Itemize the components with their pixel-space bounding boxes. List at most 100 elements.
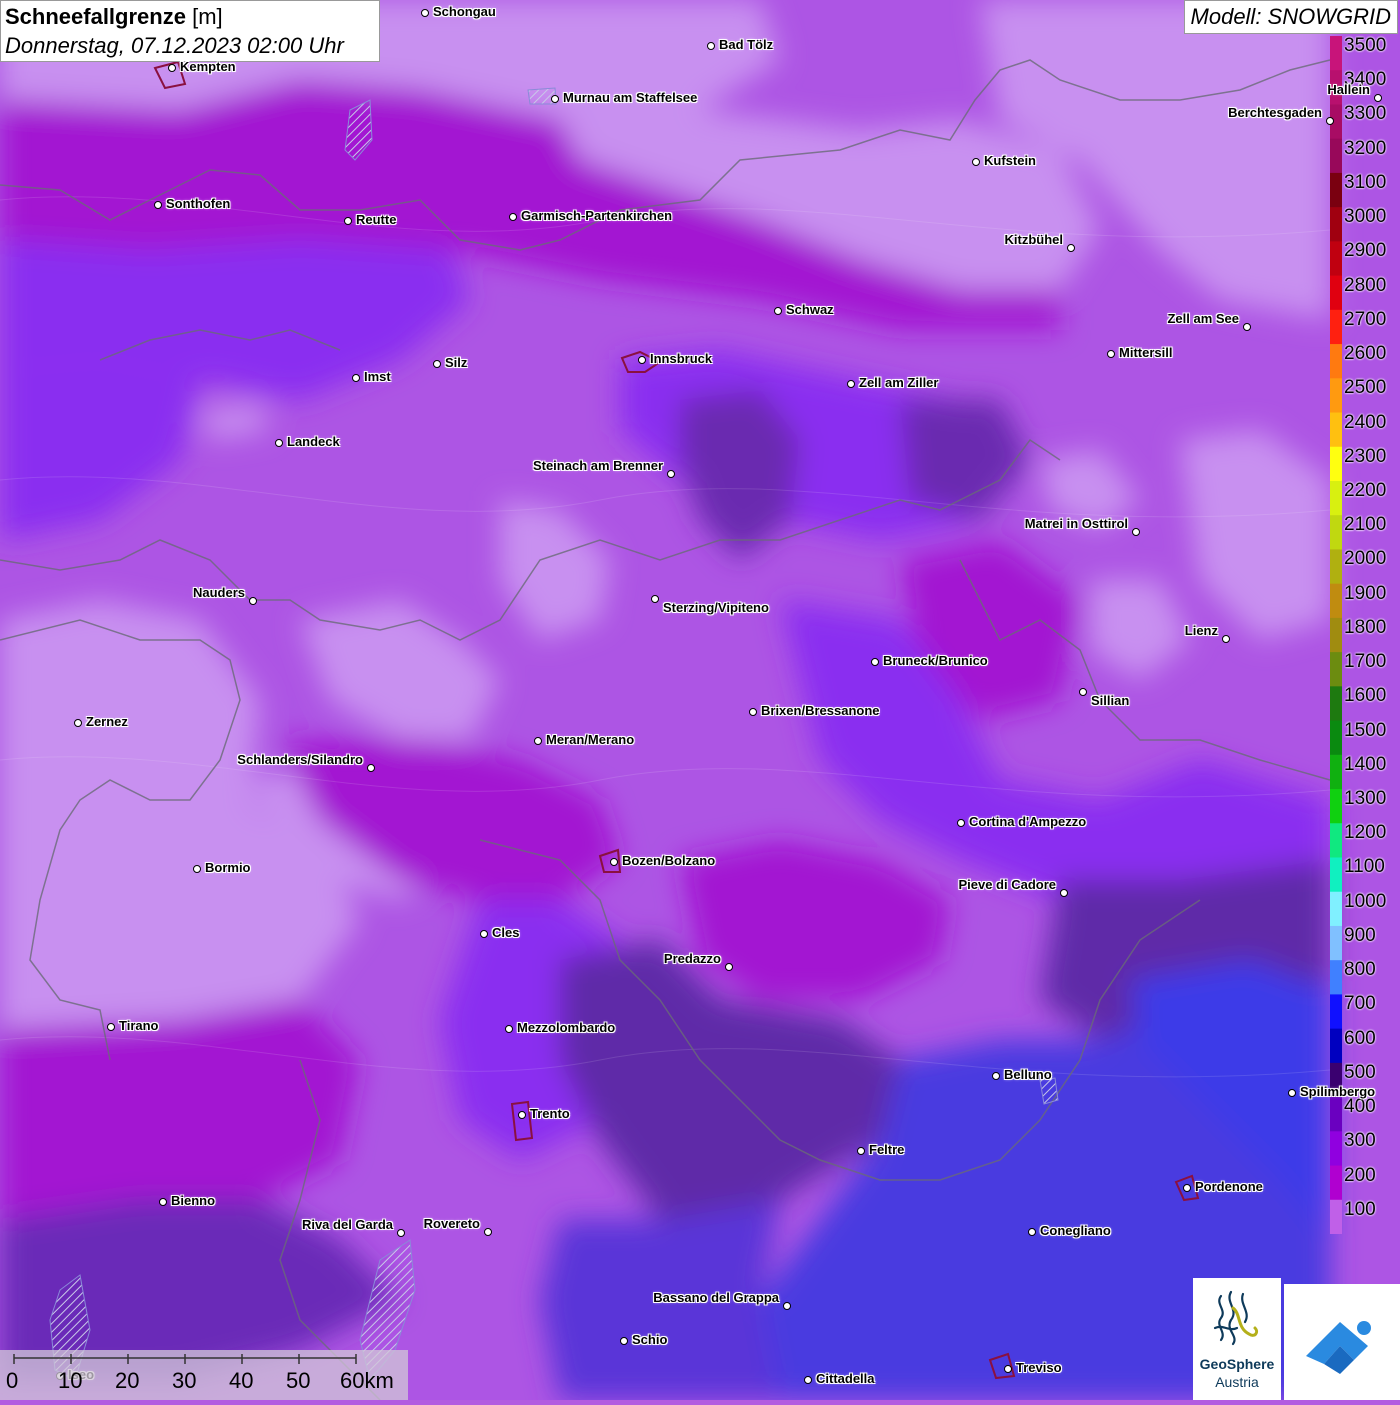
city-marker-bormio[interactable] bbox=[193, 865, 201, 873]
city-label-murnau-am-staffelsee: Murnau am Staffelsee bbox=[563, 90, 698, 105]
city-marker-treviso[interactable] bbox=[1004, 1365, 1012, 1373]
city-marker-kufstein[interactable] bbox=[972, 158, 980, 166]
city-marker-brixen-bressanone[interactable] bbox=[749, 708, 757, 716]
city-marker-tirano[interactable] bbox=[107, 1023, 115, 1031]
city-marker-belluno[interactable] bbox=[992, 1072, 1000, 1080]
city-label-sillian: Sillian bbox=[1091, 693, 1130, 708]
legend-swatch bbox=[1330, 549, 1342, 585]
scale-label-60km: 60km bbox=[340, 1368, 394, 1393]
city-marker-bienno[interactable] bbox=[159, 1198, 167, 1206]
city-label-matrei-in-osttirol: Matrei in Osttirol bbox=[1024, 516, 1128, 531]
legend-label: 1000 bbox=[1344, 890, 1387, 912]
legend-label: 3000 bbox=[1344, 206, 1387, 228]
legend-label: 3200 bbox=[1344, 137, 1387, 159]
legend-swatch bbox=[1330, 789, 1342, 824]
city-marker-cortina-d-ampezzo[interactable] bbox=[957, 819, 965, 827]
legend-swatch bbox=[1330, 446, 1342, 482]
city-marker-sonthofen[interactable] bbox=[154, 201, 162, 209]
city-marker-steinach-am-brenner[interactable] bbox=[667, 470, 675, 478]
geosphere-logo[interactable]: GeoSphere Austria bbox=[1193, 1278, 1281, 1400]
city-marker-nauders[interactable] bbox=[249, 597, 257, 605]
city-label-garmisch-partenkirchen: Garmisch-Partenkirchen bbox=[521, 208, 673, 223]
city-marker-pordenone[interactable] bbox=[1183, 1184, 1191, 1192]
geosphere-logo-icon bbox=[1213, 1290, 1259, 1346]
city-label-cittadella: Cittadella bbox=[816, 1371, 875, 1386]
legend-label: 1800 bbox=[1344, 616, 1387, 638]
legend-swatch bbox=[1330, 344, 1342, 379]
city-label-kitzbuhel: Kitzbühel bbox=[1004, 232, 1064, 247]
city-marker-schongau[interactable] bbox=[421, 9, 429, 17]
city-label-mezzolombardo: Mezzolombardo bbox=[517, 1020, 616, 1035]
city-marker-silz[interactable] bbox=[433, 360, 441, 368]
legend-label: 1500 bbox=[1344, 719, 1387, 741]
city-label-predazzo: Predazzo bbox=[663, 951, 721, 966]
legend-label: 2000 bbox=[1344, 548, 1387, 570]
city-marker-lienz[interactable] bbox=[1222, 635, 1230, 643]
legend-label: 1200 bbox=[1344, 822, 1387, 844]
city-marker-meran-merano[interactable] bbox=[534, 737, 542, 745]
legend-swatch bbox=[1330, 1199, 1342, 1234]
city-marker-bad-tolz[interactable] bbox=[707, 42, 715, 50]
legend-label: 2100 bbox=[1344, 514, 1387, 536]
city-marker-kitzbuhel[interactable] bbox=[1067, 244, 1075, 252]
city-marker-matrei-in-osttirol[interactable] bbox=[1132, 528, 1140, 536]
legend-swatch bbox=[1330, 823, 1342, 858]
city-marker-conegliano[interactable] bbox=[1028, 1228, 1036, 1236]
legend-label: 1100 bbox=[1344, 856, 1385, 878]
city-marker-zell-am-see[interactable] bbox=[1243, 323, 1251, 331]
legend-label: 2600 bbox=[1344, 343, 1387, 365]
legend-swatch bbox=[1330, 617, 1342, 653]
city-marker-feltre[interactable] bbox=[857, 1147, 865, 1155]
city-marker-riva-del-garda[interactable] bbox=[397, 1229, 405, 1237]
city-label-bormio: Bormio bbox=[205, 860, 251, 875]
city-label-nauders: Nauders bbox=[192, 585, 245, 600]
app-logo[interactable] bbox=[1284, 1284, 1400, 1400]
city-marker-reutte[interactable] bbox=[344, 217, 352, 225]
city-marker-schwaz[interactable] bbox=[774, 307, 782, 315]
city-label-rovereto: Rovereto bbox=[423, 1216, 480, 1231]
city-marker-mezzolombardo[interactable] bbox=[505, 1025, 513, 1033]
city-marker-schio[interactable] bbox=[620, 1337, 628, 1345]
legend-swatch bbox=[1330, 857, 1342, 893]
city-marker-imst[interactable] bbox=[352, 374, 360, 382]
city-marker-bozen-bolzano[interactable] bbox=[610, 858, 618, 866]
city-marker-zernez[interactable] bbox=[74, 719, 82, 727]
legend-swatch bbox=[1330, 1028, 1342, 1064]
city-label-cles: Cles bbox=[492, 925, 520, 940]
city-marker-sterzing-vipiteno[interactable] bbox=[651, 595, 659, 603]
map-title-box: Schneefallgrenze [m] Donnerstag, 07.12.2… bbox=[0, 0, 380, 62]
city-label-treviso: Treviso bbox=[1016, 1360, 1062, 1375]
city-marker-pieve-di-cadore[interactable] bbox=[1060, 889, 1068, 897]
city-marker-kempten[interactable] bbox=[168, 64, 176, 72]
city-marker-cles[interactable] bbox=[480, 930, 488, 938]
city-marker-schlanders-silandro[interactable] bbox=[367, 764, 375, 772]
city-label-reutte: Reutte bbox=[356, 212, 397, 227]
city-marker-berchtesgaden[interactable] bbox=[1326, 117, 1334, 125]
city-marker-bruneck-brunico[interactable] bbox=[871, 658, 879, 666]
city-marker-sillian[interactable] bbox=[1079, 688, 1087, 696]
city-marker-predazzo[interactable] bbox=[725, 963, 733, 971]
legend-label: 2400 bbox=[1344, 411, 1387, 433]
city-marker-murnau-am-staffelsee[interactable] bbox=[551, 95, 559, 103]
city-marker-rovereto[interactable] bbox=[484, 1228, 492, 1236]
legend-swatch bbox=[1330, 960, 1342, 995]
legend-swatch bbox=[1330, 378, 1342, 414]
city-marker-landeck[interactable] bbox=[275, 439, 283, 447]
legend-swatch bbox=[1330, 925, 1342, 961]
city-label-trento: Trento bbox=[530, 1106, 570, 1121]
city-marker-bassano-del-grappa[interactable] bbox=[783, 1302, 791, 1310]
city-marker-cittadella[interactable] bbox=[804, 1376, 812, 1384]
legend-label: 400 bbox=[1344, 1096, 1376, 1118]
city-marker-spilimbergo[interactable] bbox=[1288, 1089, 1296, 1097]
scale-label-30: 30 bbox=[172, 1368, 197, 1393]
city-marker-hallein[interactable] bbox=[1374, 94, 1382, 102]
city-marker-garmisch-partenkirchen[interactable] bbox=[509, 213, 517, 221]
city-label-schwaz: Schwaz bbox=[786, 302, 834, 317]
legend-swatch bbox=[1330, 754, 1342, 790]
city-marker-innsbruck[interactable] bbox=[638, 356, 646, 364]
city-marker-mittersill[interactable] bbox=[1107, 350, 1115, 358]
city-marker-zell-am-ziller[interactable] bbox=[847, 380, 855, 388]
legend-color-bar bbox=[1330, 36, 1342, 1234]
city-label-tirano: Tirano bbox=[119, 1018, 159, 1033]
city-marker-trento[interactable] bbox=[518, 1111, 526, 1119]
